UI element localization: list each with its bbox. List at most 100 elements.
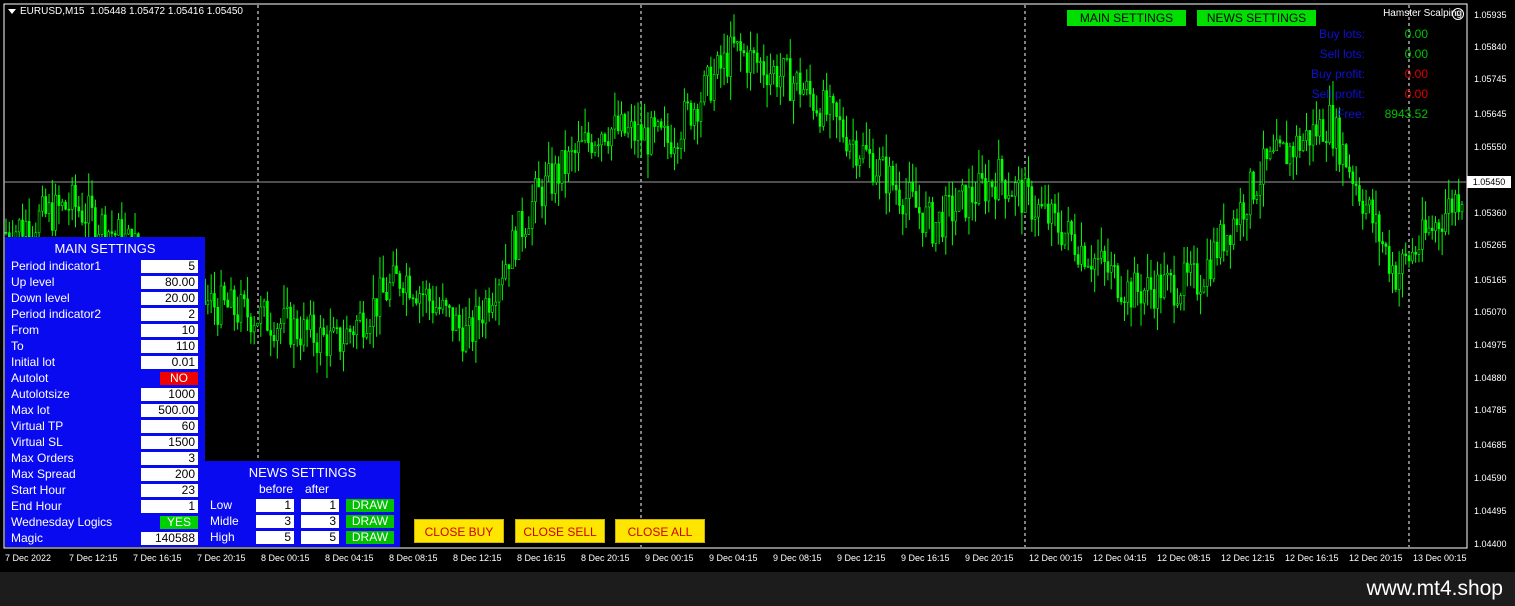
candle-body — [477, 305, 481, 321]
candle-body — [931, 202, 934, 244]
candle-body — [1162, 274, 1166, 298]
candle-body — [1248, 171, 1252, 216]
candle-body — [1199, 291, 1202, 295]
main-settings-button[interactable]: MAIN SETTINGS — [1067, 10, 1186, 26]
close-all-button[interactable]: CLOSE ALL — [615, 519, 705, 543]
candle-body — [1262, 148, 1265, 185]
price-tick-label: 1.05070 — [1474, 307, 1507, 317]
setting-value-field[interactable]: 200 — [141, 468, 198, 481]
stat-value-text: 0.00 — [1404, 67, 1428, 81]
candle-body — [1176, 303, 1179, 306]
candle-body — [471, 317, 474, 342]
candle-body — [1377, 214, 1381, 242]
news-level-label: High — [210, 530, 235, 544]
setting-label: To — [11, 339, 24, 353]
setting-value-field[interactable]: 1 — [141, 500, 198, 513]
candle-body — [1073, 234, 1077, 255]
time-tick-label: 8 Dec 12:15 — [453, 553, 502, 563]
candle-body — [1348, 166, 1351, 173]
candle-body — [256, 323, 259, 327]
setting-value-field[interactable]: 23 — [141, 484, 198, 497]
news-before-field[interactable]: 3 — [256, 515, 294, 528]
news-after-field[interactable]: 1 — [301, 499, 339, 512]
candle-body — [378, 277, 382, 317]
draw-button[interactable]: DRAW — [346, 515, 394, 528]
candle-body — [1268, 150, 1272, 160]
setting-value-field[interactable]: 3 — [141, 452, 198, 465]
candle-body — [474, 305, 478, 342]
setting-label: Virtual TP — [11, 419, 64, 433]
candle-body — [289, 306, 292, 345]
candle-body — [537, 178, 541, 188]
setting-value-field[interactable]: 80.00 — [141, 276, 198, 289]
news-after-field[interactable]: 5 — [301, 531, 339, 544]
candle-body — [1086, 265, 1090, 268]
candle-body — [1010, 195, 1014, 197]
candle-body — [1053, 203, 1057, 214]
setting-value-field[interactable]: 140588 — [141, 532, 198, 545]
candle-body — [74, 184, 77, 208]
news-before-field[interactable]: 1 — [256, 499, 294, 512]
setting-value-field[interactable]: 1500 — [141, 436, 198, 449]
close-buy-button[interactable]: CLOSE BUY — [414, 519, 504, 543]
candle-body — [1238, 202, 1242, 226]
candle-body — [4, 231, 8, 234]
setting-value-field[interactable]: 10 — [141, 324, 198, 337]
candle-body — [987, 181, 991, 202]
candle-body — [1083, 245, 1087, 267]
candle-body — [587, 132, 590, 143]
setting-value-field[interactable]: YES — [160, 516, 198, 529]
draw-button[interactable]: DRAW — [346, 499, 394, 512]
candle-body — [110, 231, 114, 234]
candle-body — [497, 284, 501, 303]
stat-value-text: 0.00 — [1404, 87, 1428, 101]
candle-body — [411, 297, 415, 300]
candle-body — [640, 124, 643, 141]
candle-body — [977, 173, 981, 204]
candle-body — [683, 101, 686, 140]
candle-body — [689, 102, 693, 126]
candle-body — [626, 126, 630, 134]
news-before-field[interactable]: 5 — [256, 531, 294, 544]
candle-body — [802, 89, 805, 95]
candle-body — [1017, 179, 1020, 184]
candle-body — [1020, 179, 1024, 213]
candle-body — [891, 165, 895, 186]
news-after-field[interactable]: 3 — [301, 515, 339, 528]
candle-body — [712, 74, 716, 101]
candle-body — [1166, 272, 1169, 276]
price-tick-label: 1.05840 — [1474, 42, 1507, 52]
setting-value-field[interactable]: 0.01 — [141, 356, 198, 369]
setting-value-field[interactable]: 2 — [141, 308, 198, 321]
candle-body — [1275, 139, 1278, 152]
setting-value-field[interactable]: 5 — [141, 260, 198, 273]
news-settings-button[interactable]: NEWS SETTINGS — [1197, 10, 1316, 26]
candle-body — [990, 181, 994, 188]
setting-value-field[interactable]: 110 — [141, 340, 198, 353]
candle-body — [424, 288, 428, 296]
candle-body — [1096, 257, 1100, 260]
candle-body — [951, 195, 954, 222]
draw-button[interactable]: DRAW — [346, 531, 394, 544]
candle-body — [1040, 204, 1044, 207]
candle-body — [487, 298, 491, 313]
candle-body — [742, 50, 746, 54]
setting-label: From — [11, 323, 39, 337]
candle-body — [861, 145, 865, 160]
setting-label: Down level — [11, 291, 70, 305]
setting-value-field[interactable]: 20.00 — [141, 292, 198, 305]
candle-body — [206, 300, 210, 306]
close-sell-button[interactable]: CLOSE SELL — [515, 519, 605, 543]
setting-value-field[interactable]: 60 — [141, 420, 198, 433]
candle-body — [865, 145, 868, 150]
candle-body — [1325, 141, 1328, 143]
candle-body — [736, 41, 739, 44]
time-tick-label: 7 Dec 20:15 — [197, 553, 246, 563]
price-tick-label: 1.05265 — [1474, 240, 1507, 250]
candle-body — [934, 222, 938, 244]
menu-triangle-icon[interactable] — [8, 8, 16, 14]
setting-value-field[interactable]: NO — [160, 372, 198, 385]
setting-value-field[interactable]: 500.00 — [141, 404, 198, 417]
setting-value-field[interactable]: 1000 — [141, 388, 198, 401]
candle-body — [656, 121, 660, 127]
